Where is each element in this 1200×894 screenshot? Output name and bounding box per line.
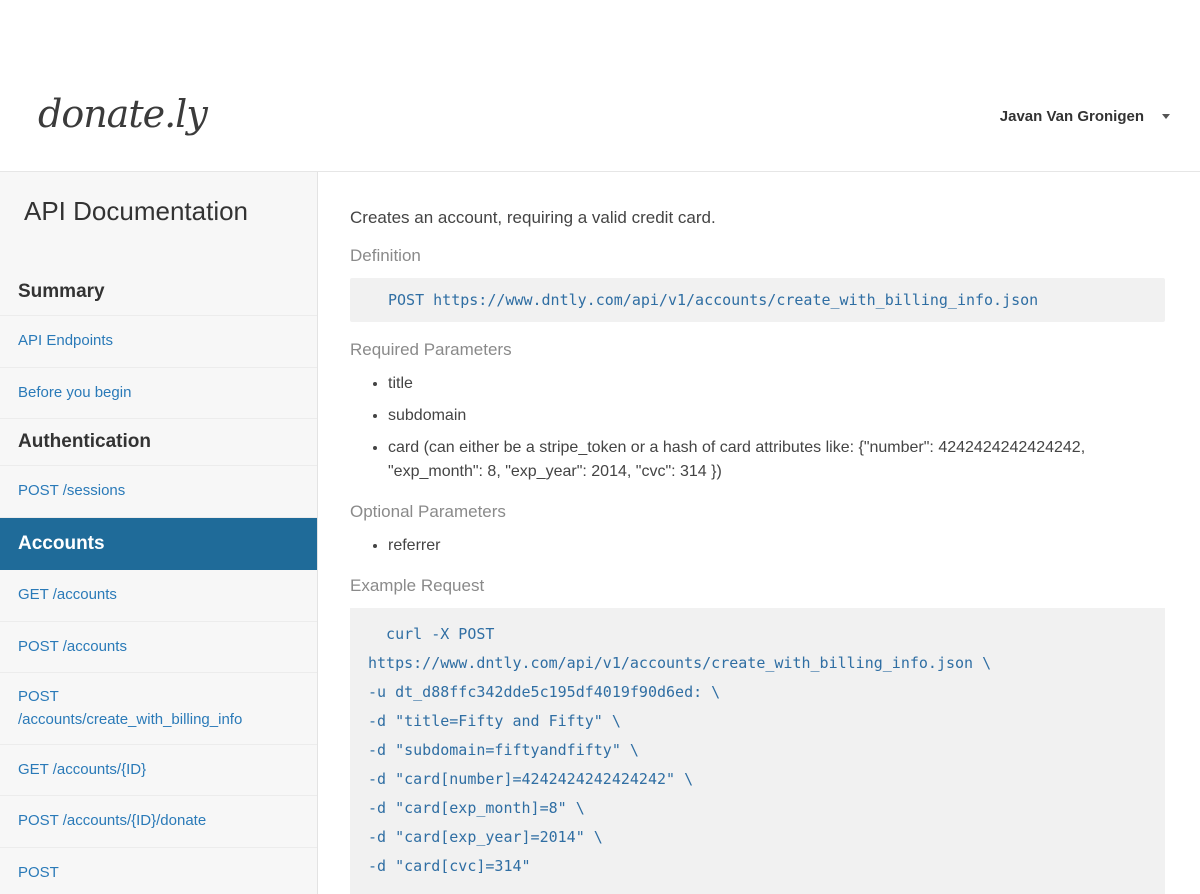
main-content: Creates an account, requiring a valid cr… xyxy=(350,172,1165,894)
definition-code: POST https://www.dntly.com/api/v1/accoun… xyxy=(350,278,1165,322)
optional-params-list: referrer xyxy=(350,534,1165,558)
sidebar-nav: Summary API Endpoints Before you begin A… xyxy=(0,269,317,894)
definition-label: Definition xyxy=(350,246,421,265)
top-header: donate.ly Javan Van Gronigen xyxy=(0,0,1200,172)
example-request-label: Example Request xyxy=(350,576,485,595)
sidebar-item-accounts[interactable]: Accounts xyxy=(0,517,317,570)
donately-logo[interactable]: donate.ly xyxy=(38,92,208,136)
sidebar-item-get-accounts[interactable]: GET /accounts xyxy=(0,570,317,622)
sidebar: API Documentation Summary API Endpoints … xyxy=(0,172,318,894)
sidebar-item-create-with-billing-info[interactable]: POST /accounts/create_with_billing_info xyxy=(0,673,317,745)
sidebar-item-post-more[interactable]: POST xyxy=(0,848,317,894)
user-menu[interactable]: Javan Van Gronigen xyxy=(1000,108,1170,125)
sidebar-heading-authentication: Authentication xyxy=(0,419,317,466)
chevron-down-icon xyxy=(1162,114,1170,119)
required-params-label: Required Parameters xyxy=(350,340,512,359)
sidebar-item-get-account-id[interactable]: GET /accounts/{ID} xyxy=(0,745,317,796)
user-name: Javan Van Gronigen xyxy=(999,108,1144,125)
optional-params-label: Optional Parameters xyxy=(350,502,506,521)
sidebar-item-post-sessions[interactable]: POST /sessions xyxy=(0,466,317,518)
list-item: title xyxy=(388,372,1165,396)
list-item: referrer xyxy=(388,534,1165,558)
example-request-code: curl -X POST https://www.dntly.com/api/v… xyxy=(350,608,1165,894)
sidebar-item-post-accounts[interactable]: POST /accounts xyxy=(0,622,317,673)
required-params-list: title subdomain card (can either be a st… xyxy=(350,372,1165,484)
list-item: subdomain xyxy=(388,404,1165,428)
sidebar-item-post-account-donate[interactable]: POST /accounts/{ID}/donate xyxy=(0,796,317,848)
sidebar-item-api-endpoints[interactable]: API Endpoints xyxy=(0,316,317,368)
sidebar-title: API Documentation xyxy=(24,196,249,226)
sidebar-heading-summary: Summary xyxy=(0,269,317,316)
list-item: card (can either be a stripe_token or a … xyxy=(388,436,1165,484)
sidebar-item-before-you-begin[interactable]: Before you begin xyxy=(0,368,317,419)
endpoint-description: Creates an account, requiring a valid cr… xyxy=(350,208,716,227)
